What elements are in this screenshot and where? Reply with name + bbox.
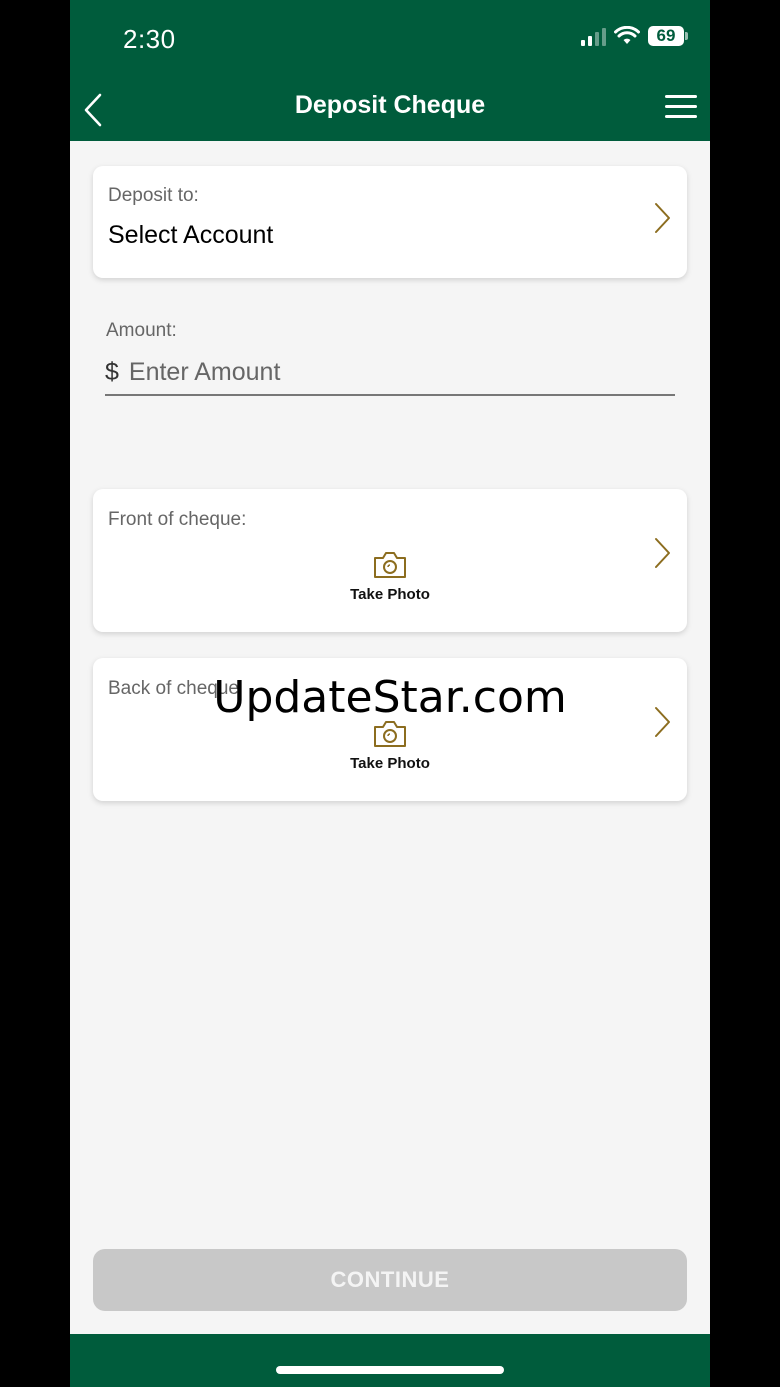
take-photo-label: Take Photo xyxy=(350,586,430,603)
amount-label: Amount: xyxy=(106,320,177,341)
top-bar: 2:30 69 Deposit Cheque xyxy=(70,0,710,141)
camera-icon xyxy=(374,721,406,747)
phone-screen: 2:30 69 Deposit Cheque Deposit to: Selec… xyxy=(70,0,710,1387)
watermark-text: UpdateStar.com xyxy=(213,672,567,723)
bottom-bar xyxy=(70,1334,710,1387)
page-title: Deposit Cheque xyxy=(294,91,486,119)
battery-icon: 69 xyxy=(648,26,688,46)
front-of-cheque-label: Front of cheque: xyxy=(108,509,247,530)
hamburger-menu-icon[interactable] xyxy=(664,92,698,122)
front-of-cheque-card[interactable]: Front of cheque: Take Photo xyxy=(93,489,687,632)
wifi-icon xyxy=(614,26,640,44)
deposit-to-selector[interactable]: Deposit to: Select Account xyxy=(93,166,687,278)
signal-icon xyxy=(581,26,606,46)
amount-field: $ xyxy=(105,350,675,396)
select-account-value: Select Account xyxy=(108,221,274,249)
take-photo-label: Take Photo xyxy=(350,755,430,772)
amount-input[interactable] xyxy=(128,357,649,387)
camera-icon xyxy=(374,552,406,578)
home-indicator[interactable] xyxy=(276,1366,504,1374)
front-take-photo-button[interactable]: Take Photo xyxy=(93,550,687,603)
deposit-to-label: Deposit to: xyxy=(108,185,199,206)
currency-symbol: $ xyxy=(105,357,119,386)
chevron-right-icon xyxy=(655,203,670,233)
continue-button[interactable]: CONTINUE xyxy=(93,1249,687,1311)
status-icons: 69 xyxy=(581,26,688,46)
chevron-right-icon xyxy=(655,538,670,568)
status-time: 2:30 xyxy=(123,24,176,54)
back-take-photo-button[interactable]: Take Photo xyxy=(93,719,687,772)
